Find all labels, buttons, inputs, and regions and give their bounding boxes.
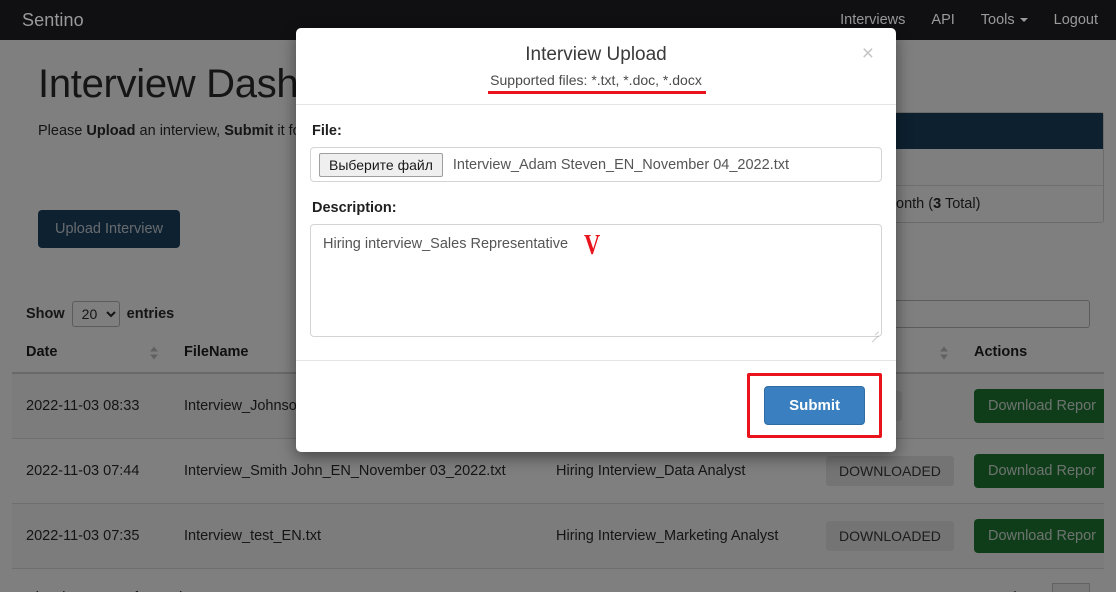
nav-link-tools[interactable]: Tools [981, 12, 1028, 28]
close-icon[interactable]: × [856, 42, 880, 65]
file-label: File: [312, 123, 342, 139]
submit-highlight-annotation: Submit [747, 373, 882, 438]
nav-link-api[interactable]: API [931, 12, 954, 28]
navbar-links: Interviews API Tools Logout [840, 12, 1098, 28]
nav-link-logout[interactable]: Logout [1054, 12, 1098, 28]
nav-link-tools-label: Tools [980, 12, 1015, 28]
selected-file-name: Interview_Adam Steven_EN_November 04_202… [452, 156, 789, 173]
modal-subtitle: Supported files: *.txt, *.doc, *.docx [488, 72, 706, 94]
brand-logo[interactable]: Sentino [22, 10, 84, 31]
description-textarea[interactable] [310, 224, 882, 337]
modal-title: Interview Upload [525, 44, 667, 65]
nav-link-interviews[interactable]: Interviews [840, 12, 905, 28]
modal-footer: Submit [296, 360, 896, 452]
app-root: Interview Dashboard Please Upload an int… [0, 0, 1116, 592]
choose-file-button[interactable]: Выберите файл [319, 152, 443, 177]
modal-body: File: Выберите файл Interview_Adam Steve… [296, 105, 896, 348]
file-input[interactable]: Выберите файл Interview_Adam Steven_EN_N… [310, 147, 882, 182]
chevron-down-icon [1019, 18, 1028, 23]
description-wrapper: V [310, 224, 882, 342]
modal-header: Interview Upload Supported files: *.txt,… [296, 28, 896, 105]
interview-upload-modal: Interview Upload Supported files: *.txt,… [296, 28, 896, 452]
description-label: Description: [312, 200, 397, 216]
submit-button[interactable]: Submit [764, 386, 865, 425]
